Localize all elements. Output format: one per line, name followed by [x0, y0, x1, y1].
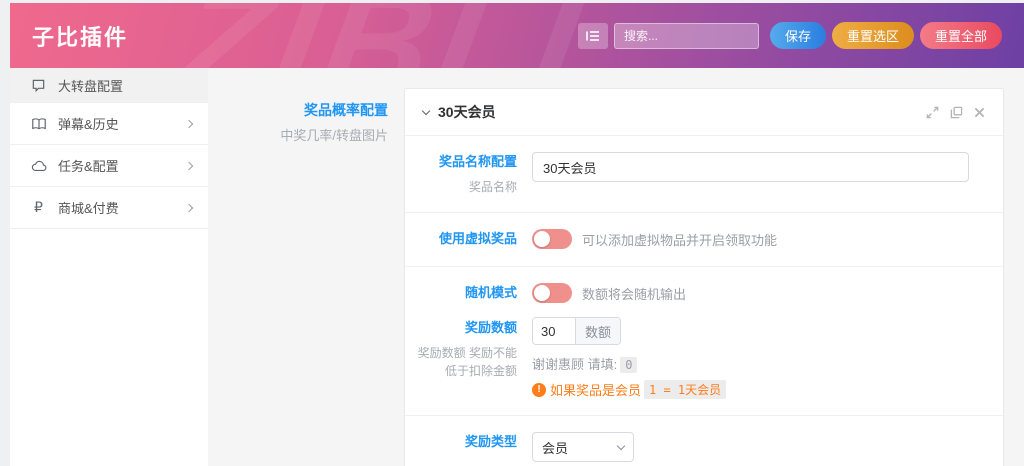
field-label: 奖励类型	[413, 432, 517, 462]
amount-warning: ! 如果奖品是会员 1 = 1天会员	[532, 380, 987, 399]
info-icon: !	[532, 383, 546, 397]
field-title: 使用虚拟奖品	[413, 229, 517, 250]
field-row-virtual-prize: 使用虚拟奖品 可以添加虚拟物品并开启领取功能	[405, 213, 1003, 267]
screen-icon	[30, 77, 47, 94]
save-button[interactable]: 保存	[770, 22, 826, 49]
reward-amount-input[interactable]	[533, 318, 575, 344]
field-row-prize-name: 奖品名称配置 奖品名称	[405, 136, 1003, 213]
panel-header[interactable]: 30天会员	[405, 89, 1003, 136]
book-icon	[30, 115, 47, 132]
field-title: 随机模式	[413, 283, 517, 304]
page-header: 子比插件 ZIBLL 保存 重置选区 重置全部	[10, 3, 1024, 68]
sidebar-item-label: 大转盘配置	[58, 76, 123, 95]
close-icon[interactable]	[974, 107, 985, 118]
copy-icon[interactable]	[950, 106, 963, 119]
panel-tools	[926, 106, 985, 119]
expand-icon[interactable]	[926, 106, 939, 119]
field-description: 可以添加虚拟物品并开启领取功能	[582, 230, 777, 249]
amount-hint: 谢谢惠顾 请填:0	[532, 354, 987, 373]
random-mode-toggle[interactable]	[532, 283, 572, 303]
header-toolbar: 保存 重置选区 重置全部	[578, 22, 1002, 49]
field-subtitle: 奖品名称	[413, 178, 517, 197]
reset-selection-button[interactable]: 重置选区	[832, 22, 914, 49]
plugin-settings-page: 子比插件 ZIBLL 保存 重置选区 重置全部	[10, 3, 1024, 466]
warning-text: 如果奖品是会员	[550, 380, 641, 399]
field-description: 数额将会随机输出	[582, 284, 686, 303]
selected-value: 会员	[542, 438, 568, 457]
prize-config-panel: 30天会员	[404, 88, 1004, 466]
prize-name-input[interactable]	[532, 152, 969, 182]
ruble-icon: ₽	[30, 199, 47, 216]
search-input[interactable]	[614, 23, 759, 49]
field-label: 奖品名称配置 奖品名称	[413, 152, 517, 196]
field-row-reward-type: 奖励类型 会员	[405, 416, 1003, 466]
sidebar: 大转盘配置 弹幕&历史 任务&	[10, 68, 208, 466]
content-area: 奖品概率配置 中奖几率/转盘图片 30天会员	[208, 68, 1024, 466]
brand-watermark: ZIBLL	[163, 3, 648, 68]
sidebar-item-shop-payment[interactable]: ₽ 商城&付费	[10, 187, 208, 229]
menu-list-icon[interactable]	[578, 23, 608, 49]
virtual-prize-toggle[interactable]	[532, 229, 572, 249]
field-title: 奖励类型	[413, 432, 517, 453]
chevron-down-icon	[617, 441, 625, 449]
chevron-right-icon	[185, 203, 193, 211]
reset-all-button[interactable]: 重置全部	[920, 22, 1002, 49]
hint-text: 谢谢惠顾 请填:	[532, 357, 617, 372]
reward-amount-input-group: 数额	[532, 317, 621, 345]
sidebar-item-wheel-config[interactable]: 大转盘配置	[10, 68, 208, 103]
field-subtitle: 奖励数额 奖励不能低于扣除金额	[413, 344, 517, 381]
sidebar-item-label: 弹幕&历史	[58, 114, 119, 133]
panel-title: 30天会员	[438, 102, 496, 122]
warning-code: 1 = 1天会员	[644, 380, 726, 399]
section-label: 奖品概率配置 中奖几率/转盘图片	[208, 88, 404, 144]
section-subtitle: 中奖几率/转盘图片	[208, 125, 388, 144]
field-title: 奖励数额	[413, 318, 517, 339]
amount-unit-addon: 数额	[575, 318, 620, 344]
field-title: 奖品名称配置	[413, 152, 517, 173]
field-row-reward-amount: 随机模式 奖励数额 奖励数额 奖励不能低于扣除金额 数额将会随机输出 数额	[405, 267, 1003, 416]
reward-type-select[interactable]: 会员	[532, 432, 634, 462]
section-title: 奖品概率配置	[208, 100, 388, 120]
field-label: 随机模式 奖励数额 奖励数额 奖励不能低于扣除金额	[413, 283, 517, 399]
cloud-icon	[30, 157, 47, 174]
sidebar-item-label: 商城&付费	[58, 198, 119, 217]
chevron-down-icon	[422, 106, 430, 114]
sidebar-item-task-config[interactable]: 任务&配置	[10, 145, 208, 187]
hint-code: 0	[620, 357, 637, 373]
sidebar-item-label: 任务&配置	[58, 156, 119, 175]
sidebar-item-danmu-history[interactable]: 弹幕&历史	[10, 103, 208, 145]
chevron-right-icon	[185, 161, 193, 169]
chevron-right-icon	[185, 119, 193, 127]
field-label: 使用虚拟奖品	[413, 229, 517, 250]
page-title: 子比插件	[32, 20, 128, 52]
